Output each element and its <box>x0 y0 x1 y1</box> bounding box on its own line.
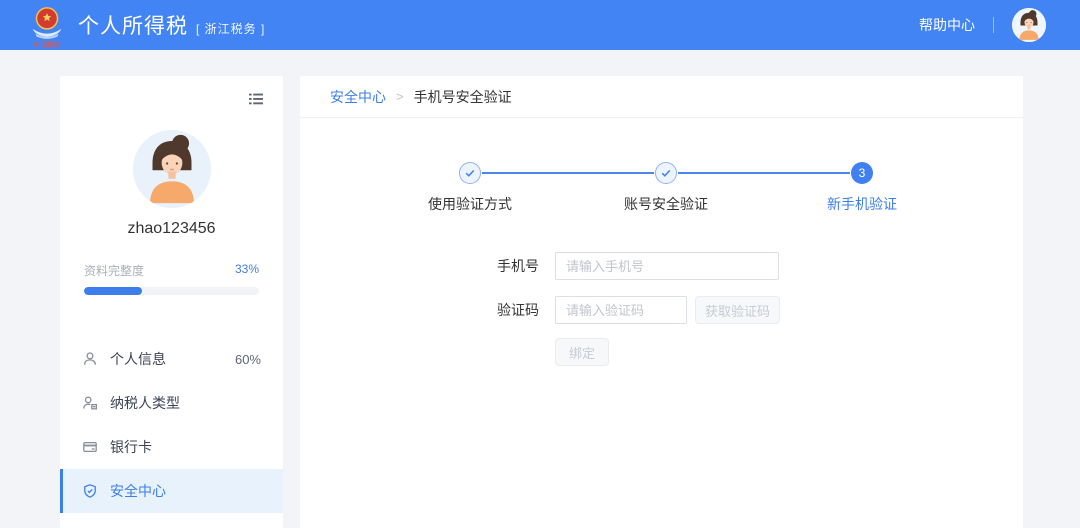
sidebar-item-security-center[interactable]: 安全中心 <box>60 469 283 513</box>
chevron-right-icon: > <box>396 89 404 104</box>
step-connector <box>482 172 654 174</box>
new-phone-form: 手机号 验证码 获取验证码 绑定 <box>479 252 1023 366</box>
step-2-done-icon <box>655 162 677 184</box>
tax-bureau-logo-icon: 中国税务 <box>26 4 68 50</box>
sidebar-menu: 个人信息 60% 纳税人类型 银行卡 <box>60 337 283 513</box>
profile-completeness: 资料完整度 33% <box>60 262 283 295</box>
verification-stepper: 3 使用验证方式 账号安全验证 新手机验证 <box>470 162 862 224</box>
step-1-done-icon <box>459 162 481 184</box>
get-code-button[interactable]: 获取验证码 <box>695 296 780 324</box>
breadcrumb: 安全中心 > 手机号安全验证 <box>300 76 1023 118</box>
completeness-label: 资料完整度 <box>84 262 144 279</box>
header-divider <box>993 17 994 33</box>
breadcrumb-current-page: 手机号安全验证 <box>414 87 512 107</box>
completeness-value: 33% <box>235 262 259 279</box>
avatar-image-icon <box>1012 8 1046 42</box>
verification-code-input[interactable] <box>555 296 687 324</box>
user-avatar[interactable] <box>1012 8 1046 42</box>
step-1-label: 使用验证方式 <box>428 194 512 214</box>
profile-sidebar: zhao123456 资料完整度 33% 个人信息 60% 纳税人类型 <box>60 76 283 528</box>
sidebar-item-label: 纳税人类型 <box>110 393 180 413</box>
completeness-progress-fill <box>84 287 142 295</box>
bank-card-icon <box>82 439 98 455</box>
avatar-image-icon <box>133 130 211 208</box>
sidebar-item-personal-info[interactable]: 个人信息 60% <box>60 337 283 381</box>
verification-code-label: 验证码 <box>479 300 539 320</box>
step-2-label: 账号安全验证 <box>624 194 708 214</box>
step-3-label: 新手机验证 <box>827 194 897 214</box>
sidebar-item-label: 个人信息 <box>110 349 166 369</box>
bind-button[interactable]: 绑定 <box>555 338 609 366</box>
sidebar-item-bank-card[interactable]: 银行卡 <box>60 425 283 469</box>
menu-collapse-icon[interactable] <box>248 91 264 107</box>
svg-text:中国税务: 中国税务 <box>34 40 61 49</box>
sidebar-item-badge: 60% <box>235 352 261 367</box>
help-center-link[interactable]: 帮助中心 <box>919 15 975 35</box>
sidebar-item-label: 银行卡 <box>110 437 152 457</box>
step-connector <box>678 172 850 174</box>
sidebar-item-taxpayer-type[interactable]: 纳税人类型 <box>60 381 283 425</box>
shield-check-icon <box>82 483 98 499</box>
main-panel: 安全中心 > 手机号安全验证 3 使用验证方式 账号安全验证 新手机验证 手机号… <box>300 76 1023 528</box>
profile-avatar <box>133 130 211 208</box>
step-3-current-icon: 3 <box>851 162 873 184</box>
sidebar-item-label: 安全中心 <box>110 481 166 501</box>
taxpayer-type-icon <box>82 395 98 411</box>
phone-number-label: 手机号 <box>479 256 539 276</box>
completeness-progressbar <box>84 287 259 295</box>
username: zhao123456 <box>60 220 283 238</box>
app-title: 个人所得税 <box>78 10 188 40</box>
app-subtitle: [ 浙江税务 ] <box>196 20 265 37</box>
phone-number-input[interactable] <box>555 252 779 280</box>
user-icon <box>82 351 98 367</box>
breadcrumb-security-center[interactable]: 安全中心 <box>330 87 386 107</box>
app-header: 中国税务 个人所得税 [ 浙江税务 ] 帮助中心 <box>0 0 1080 50</box>
